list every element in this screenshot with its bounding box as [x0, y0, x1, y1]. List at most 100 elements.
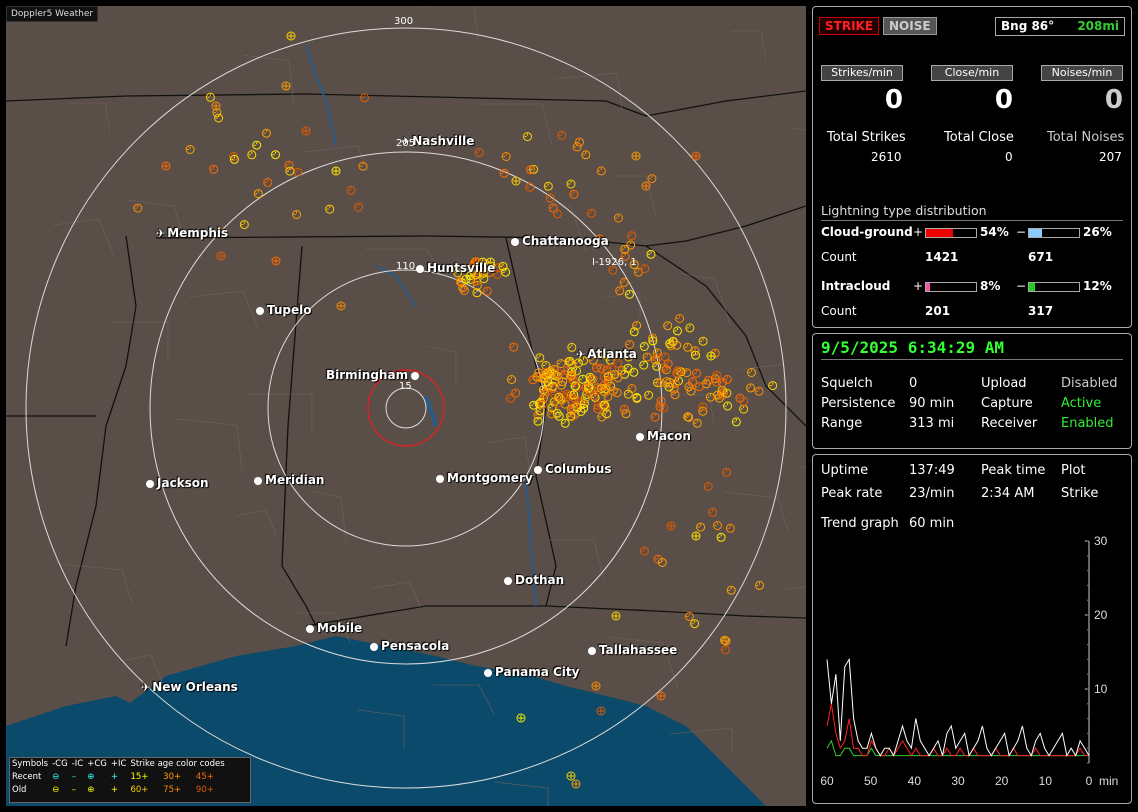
trend-y-tick-label: 20 — [1094, 608, 1108, 622]
noise-button[interactable]: NOISE — [883, 17, 937, 35]
strike-marker — [703, 481, 713, 491]
strike-marker — [696, 522, 706, 532]
status-panel: 9/5/2025 6:34:29 AM Squelch 0 Upload Dis… — [812, 333, 1132, 449]
strike-marker — [591, 681, 601, 691]
datetime: 9/5/2025 6:34:29 AM — [821, 338, 1005, 357]
strike-marker — [263, 177, 273, 187]
strike-marker — [656, 396, 666, 406]
squelch-label: Squelch — [821, 376, 873, 391]
city-dot-icon — [306, 625, 314, 633]
cloud-ground-label: Cloud-ground — [821, 225, 913, 239]
city-name: Chattanooga — [522, 234, 609, 248]
neg-cg-old-icon: ⊖ — [52, 785, 60, 795]
strike-marker — [754, 386, 764, 396]
trend-x-tick-label: 60 — [820, 774, 834, 788]
strike-marker — [623, 389, 633, 399]
status-divider — [821, 359, 1123, 360]
strike-marker — [692, 368, 702, 378]
strike-marker — [239, 220, 249, 230]
legend-recent-label: Recent — [12, 772, 42, 782]
strike-marker — [755, 580, 764, 590]
city-label-birmingham: Birmingham — [326, 368, 422, 382]
cg-neg-sign: − — [1016, 225, 1027, 239]
strike-marker — [292, 210, 302, 219]
cg-pos-bar-fill — [926, 229, 953, 237]
strike-marker — [675, 314, 685, 323]
strike-marker — [640, 264, 650, 274]
range-label: Range — [821, 416, 863, 431]
strike-marker — [523, 132, 532, 142]
strike-marker — [575, 137, 584, 147]
county-line — [310, 490, 347, 543]
county-line — [784, 586, 806, 590]
strike-marker-cross — [273, 258, 279, 264]
total-strikes-value: 2610 — [871, 150, 902, 164]
state-border — [645, 245, 806, 427]
strike-marker — [325, 204, 335, 214]
county-line — [799, 466, 806, 468]
map-canvas[interactable] — [6, 6, 806, 806]
strike-marker — [723, 401, 733, 411]
city-dot-icon — [256, 307, 264, 315]
county-line — [676, 272, 731, 325]
strike-marker — [578, 374, 588, 384]
strike-marker — [566, 771, 576, 781]
strike-marker-cross — [708, 353, 714, 359]
legend-old-label: Old — [12, 785, 27, 795]
state-border — [545, 605, 806, 619]
strike-marker — [285, 166, 295, 176]
pos-ic-recent-icon: + — [110, 772, 118, 782]
trend-graph: 30 20 10 60 50 40 30 20 10 0 min — [820, 534, 1118, 788]
trend-x-tick-label: 30 — [951, 774, 965, 788]
persistence-value: 90 min — [909, 396, 955, 411]
city-label-tallahassee: Tallahassee — [588, 643, 677, 657]
strike-marker — [301, 126, 311, 136]
strike-marker — [346, 185, 356, 195]
strikes-per-min-value: 0 — [884, 85, 903, 115]
city-label-columbus: Columbus — [534, 462, 612, 476]
strike-marker — [607, 363, 616, 373]
strike-marker — [281, 81, 291, 91]
city-name: Jackson — [157, 476, 209, 490]
strike-marker — [625, 289, 634, 299]
uptime-value: 137:49 — [909, 463, 955, 478]
strike-marker — [666, 521, 676, 531]
trend-graph-label: Trend graph — [821, 516, 899, 531]
upload-label: Upload — [981, 376, 1027, 391]
strike-marker-cross — [303, 128, 309, 134]
strike-marker — [586, 208, 596, 218]
legend-header-pos-cg: +CG — [87, 759, 107, 769]
strike-marker — [683, 412, 693, 422]
city-name: Meridian — [265, 473, 325, 487]
age-90: 90+ — [195, 785, 214, 795]
strike-marker — [482, 286, 492, 296]
strike-marker — [211, 101, 221, 111]
strike-marker — [692, 418, 702, 428]
city-dot-icon — [511, 238, 519, 246]
ic-pos-count: 201 — [925, 304, 951, 318]
strike-marker — [133, 203, 143, 213]
strike-marker — [611, 611, 621, 621]
age-15: 15+ — [130, 772, 149, 782]
strike-button[interactable]: STRIKE — [819, 17, 880, 35]
noises-per-min-value: 0 — [1104, 85, 1123, 115]
trend-x-tick-label: 10 — [1039, 774, 1053, 788]
strike-marker — [596, 166, 606, 176]
city-dot-icon — [534, 466, 542, 474]
strike-marker — [507, 375, 517, 384]
intracloud-label: Intracloud — [821, 279, 891, 293]
trend-x-tick-label: 0 — [1086, 774, 1093, 788]
strike-marker — [747, 368, 756, 377]
cg-pos-sign: + — [913, 225, 924, 239]
strike-marker-cross — [218, 253, 224, 259]
city-label-pensacola: Pensacola — [370, 639, 449, 653]
strike-marker — [731, 417, 741, 427]
strike-marker — [293, 167, 303, 177]
city-label-mobile: Mobile — [306, 621, 362, 635]
state-border — [65, 235, 137, 647]
strike-marker — [261, 128, 271, 138]
lightning-map[interactable]: Doppler5 Weather ✈ Nashville ✈ Memphis Chatt… — [6, 6, 806, 806]
strike-marker — [286, 31, 296, 41]
trend-graph-value: 60 min — [909, 516, 955, 531]
city-dot-icon — [504, 577, 512, 585]
